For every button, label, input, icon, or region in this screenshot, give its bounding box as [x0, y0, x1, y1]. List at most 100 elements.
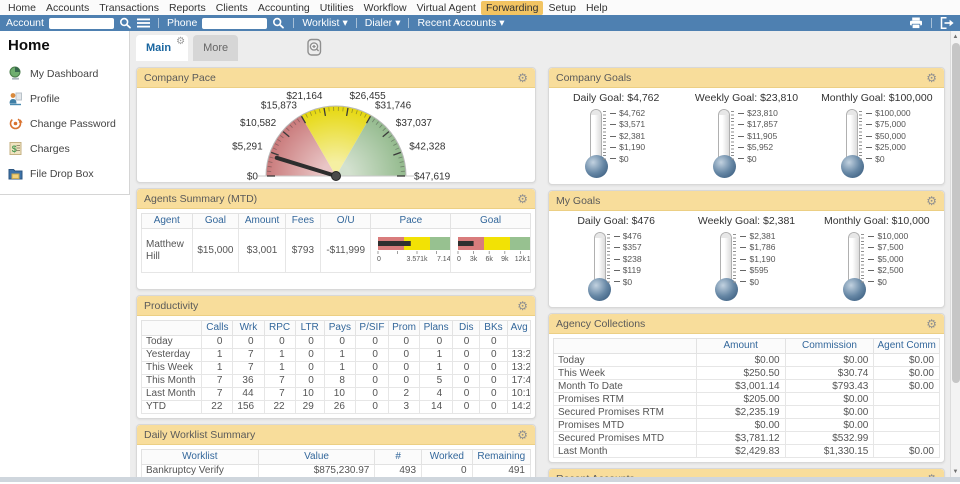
sidebar-item-my-dashboard[interactable]: My Dashboard	[0, 61, 129, 86]
table-cell: 10	[295, 388, 324, 401]
thermometer-tick-label: $1,190	[740, 255, 775, 264]
gear-icon[interactable]: ⚙	[926, 318, 937, 330]
bullet-chart: 03.571k7.143k	[375, 234, 450, 264]
column-header: Remaining	[472, 450, 530, 465]
thermometer-tick-label: $25,000	[866, 143, 910, 152]
company-goals-thermometers: Daily Goal: $4,762$4,762$3,571$2,381$1,1…	[549, 88, 944, 184]
gear-icon[interactable]: ⚙	[926, 72, 937, 84]
account-search-icon[interactable]	[119, 17, 132, 29]
table-cell	[874, 419, 940, 432]
table-cell	[507, 336, 530, 349]
data-table: AgentGoalAmountFeesO/UPaceGoalMatthew Hi…	[141, 213, 531, 273]
table-cell: $0.00	[874, 445, 940, 458]
thermometer-tick-label: $2,500	[868, 266, 908, 275]
menu-item-transactions[interactable]: Transactions	[94, 1, 164, 15]
table-cell: $1,330.15	[785, 445, 874, 458]
table-cell: 0	[453, 349, 480, 362]
table-cell: 1	[420, 362, 453, 375]
dialer-menu[interactable]: Dialer▾	[365, 17, 401, 29]
thermometer-tick-label: $50,000	[866, 132, 910, 141]
chevron-down-icon: ▾	[342, 17, 347, 29]
widget-agents-summary: Agents Summary (MTD) ⚙ AgentGoalAmountFe…	[136, 188, 536, 290]
goal-heading: Daily Goal: $4,762	[573, 92, 659, 104]
vertical-scrollbar[interactable]: ▲ ▼	[950, 31, 960, 477]
column-header: Amount	[696, 339, 785, 354]
print-icon[interactable]	[909, 17, 923, 29]
tab-gear-icon[interactable]: ⚙	[176, 36, 185, 47]
recent-accounts-menu[interactable]: Recent Accounts▾	[417, 17, 504, 29]
menu-item-workflow[interactable]: Workflow	[359, 1, 412, 15]
thermometer-tick-label: $476	[614, 232, 642, 241]
gear-icon[interactable]: ⚙	[517, 429, 528, 441]
column-header: Amount	[239, 214, 286, 229]
sidebar-item-charges[interactable]: $Charges	[0, 136, 129, 161]
table-cell: YTD	[142, 401, 202, 414]
menu-item-utilities[interactable]: Utilities	[315, 1, 359, 15]
sidebar-item-profile[interactable]: Profile	[0, 86, 129, 111]
sidebar-item-file-drop-box[interactable]: File Drop Box	[0, 161, 129, 186]
table-cell: 0	[388, 349, 419, 362]
gear-icon[interactable]: ⚙	[517, 300, 528, 312]
thermometer-tick-label: $0	[738, 155, 778, 164]
menu-item-forwarding[interactable]: Forwarding	[481, 1, 544, 15]
thermometer-tube	[590, 109, 602, 161]
scroll-down-icon[interactable]: ▼	[951, 466, 960, 477]
table-cell: 0	[420, 336, 453, 349]
toolbar-divider	[408, 18, 409, 28]
svg-text:12k: 12k	[515, 256, 527, 263]
account-list-icon[interactable]	[137, 18, 150, 29]
thermometer-tube	[846, 109, 858, 161]
table-cell: 8	[324, 375, 355, 388]
table-cell: 0	[355, 349, 388, 362]
toolbar-divider	[158, 18, 159, 28]
table-cell: $250.50	[696, 367, 785, 380]
table-cell: This Week	[142, 362, 202, 375]
phone-input[interactable]	[202, 18, 267, 29]
table-cell: 0	[422, 465, 473, 478]
gear-icon[interactable]: ⚙	[517, 72, 528, 84]
table-cell: $2,235.19	[696, 406, 785, 419]
menu-item-setup[interactable]: Setup	[543, 1, 580, 15]
data-table: CallsWrkRPCLTRPaysP/SIFPromPlansDisBKsAv…	[141, 320, 531, 414]
menu-item-accounts[interactable]: Accounts	[41, 1, 94, 15]
table-cell: 14	[420, 401, 453, 414]
account-input[interactable]	[49, 18, 114, 29]
goal-thermometer: Weekly Goal: $23,810$23,810$17,857$11,90…	[681, 92, 811, 178]
phone-search-icon[interactable]	[272, 17, 285, 29]
scrollbar-thumb[interactable]	[952, 43, 960, 383]
table-row: Matthew Hill$15,000$3,001$793-$11,99903.…	[142, 229, 531, 273]
table-cell: 3	[388, 401, 419, 414]
tab-more[interactable]: More	[193, 35, 238, 61]
menu-item-reports[interactable]: Reports	[164, 1, 211, 15]
menu-item-clients[interactable]: Clients	[211, 1, 253, 15]
sidebar-item-change-password[interactable]: Change Password	[0, 111, 129, 136]
bottom-strip	[0, 477, 960, 482]
menu-item-home[interactable]: Home	[3, 1, 41, 15]
add-dashboard-icon[interactable]	[305, 37, 326, 58]
table-cell: $3,781.12	[696, 432, 785, 445]
worklist-menu[interactable]: Worklist▾	[302, 17, 347, 29]
logout-icon[interactable]	[940, 17, 954, 29]
table-row: Yesterday171010010013:27	[142, 349, 531, 362]
scroll-up-icon[interactable]: ▲	[951, 31, 960, 42]
table-cell: $0.00	[696, 419, 785, 432]
table-cell: Last Month	[142, 388, 202, 401]
menu-item-help[interactable]: Help	[581, 1, 613, 15]
table-cell: -$11,999	[320, 229, 371, 273]
table-cell: $30.74	[785, 367, 874, 380]
table-cell: 0	[480, 362, 507, 375]
menu-item-accounting[interactable]: Accounting	[253, 1, 315, 15]
menu-item-virtual-agent[interactable]: Virtual Agent	[412, 1, 481, 15]
table-cell: This Month	[142, 375, 202, 388]
svg-text:$0: $0	[247, 172, 259, 183]
tab-main[interactable]: Main ⚙	[136, 35, 188, 61]
table-cell: 7	[233, 349, 264, 362]
gear-icon[interactable]: ⚙	[926, 195, 937, 207]
table-cell	[874, 406, 940, 419]
table-cell: 0	[480, 388, 507, 401]
gear-icon[interactable]: ⚙	[517, 193, 528, 205]
goal-heading: Weekly Goal: $23,810	[695, 92, 798, 104]
svg-text:0: 0	[377, 256, 381, 263]
table-cell: 0	[355, 401, 388, 414]
widget-title: Productivity	[144, 300, 198, 312]
